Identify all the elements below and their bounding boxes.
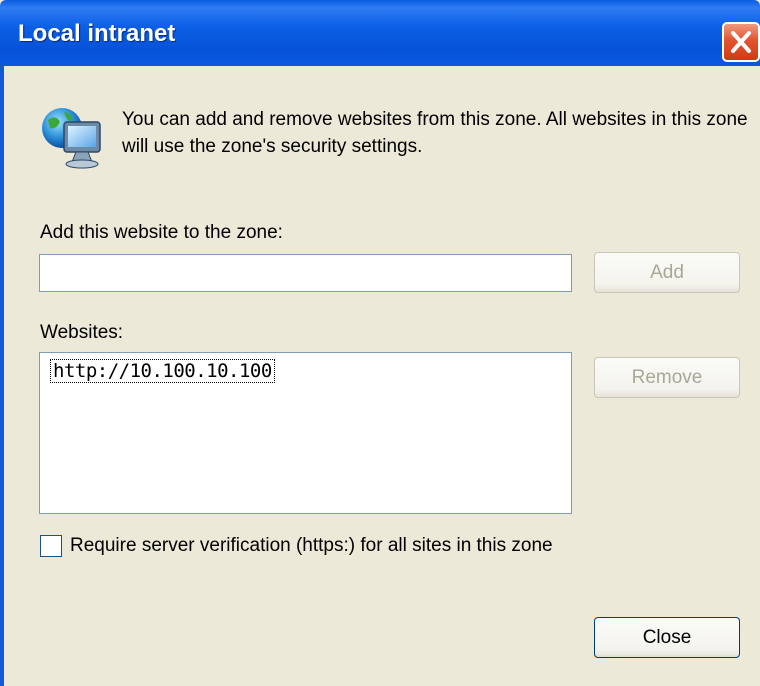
close-x-icon — [731, 31, 751, 53]
websites-list[interactable]: http://10.100.10.100 — [39, 352, 572, 514]
intranet-globe-monitor-icon — [42, 108, 101, 169]
window-title: Local intranet — [18, 20, 176, 47]
websites-label: Websites: — [40, 322, 124, 343]
zone-description: You can add and remove websites from thi… — [122, 109, 748, 157]
title-bar[interactable]: Local intranet — [0, 0, 760, 66]
list-item[interactable]: http://10.100.10.100 — [50, 359, 275, 383]
add-button[interactable]: Add — [594, 252, 740, 293]
add-website-label: Add this website to the zone: — [40, 222, 283, 243]
dialog-window: Local intranet You can add and remove we… — [0, 0, 760, 686]
remove-button[interactable]: Remove — [594, 357, 740, 398]
close-button[interactable]: Close — [594, 617, 740, 658]
close-window-button[interactable] — [722, 22, 760, 62]
require-verification-checkbox[interactable] — [40, 535, 62, 557]
window-frame-left — [0, 66, 4, 686]
add-website-input[interactable] — [39, 254, 572, 292]
require-verification-label[interactable]: Require server verification (https:) for… — [70, 535, 553, 557]
